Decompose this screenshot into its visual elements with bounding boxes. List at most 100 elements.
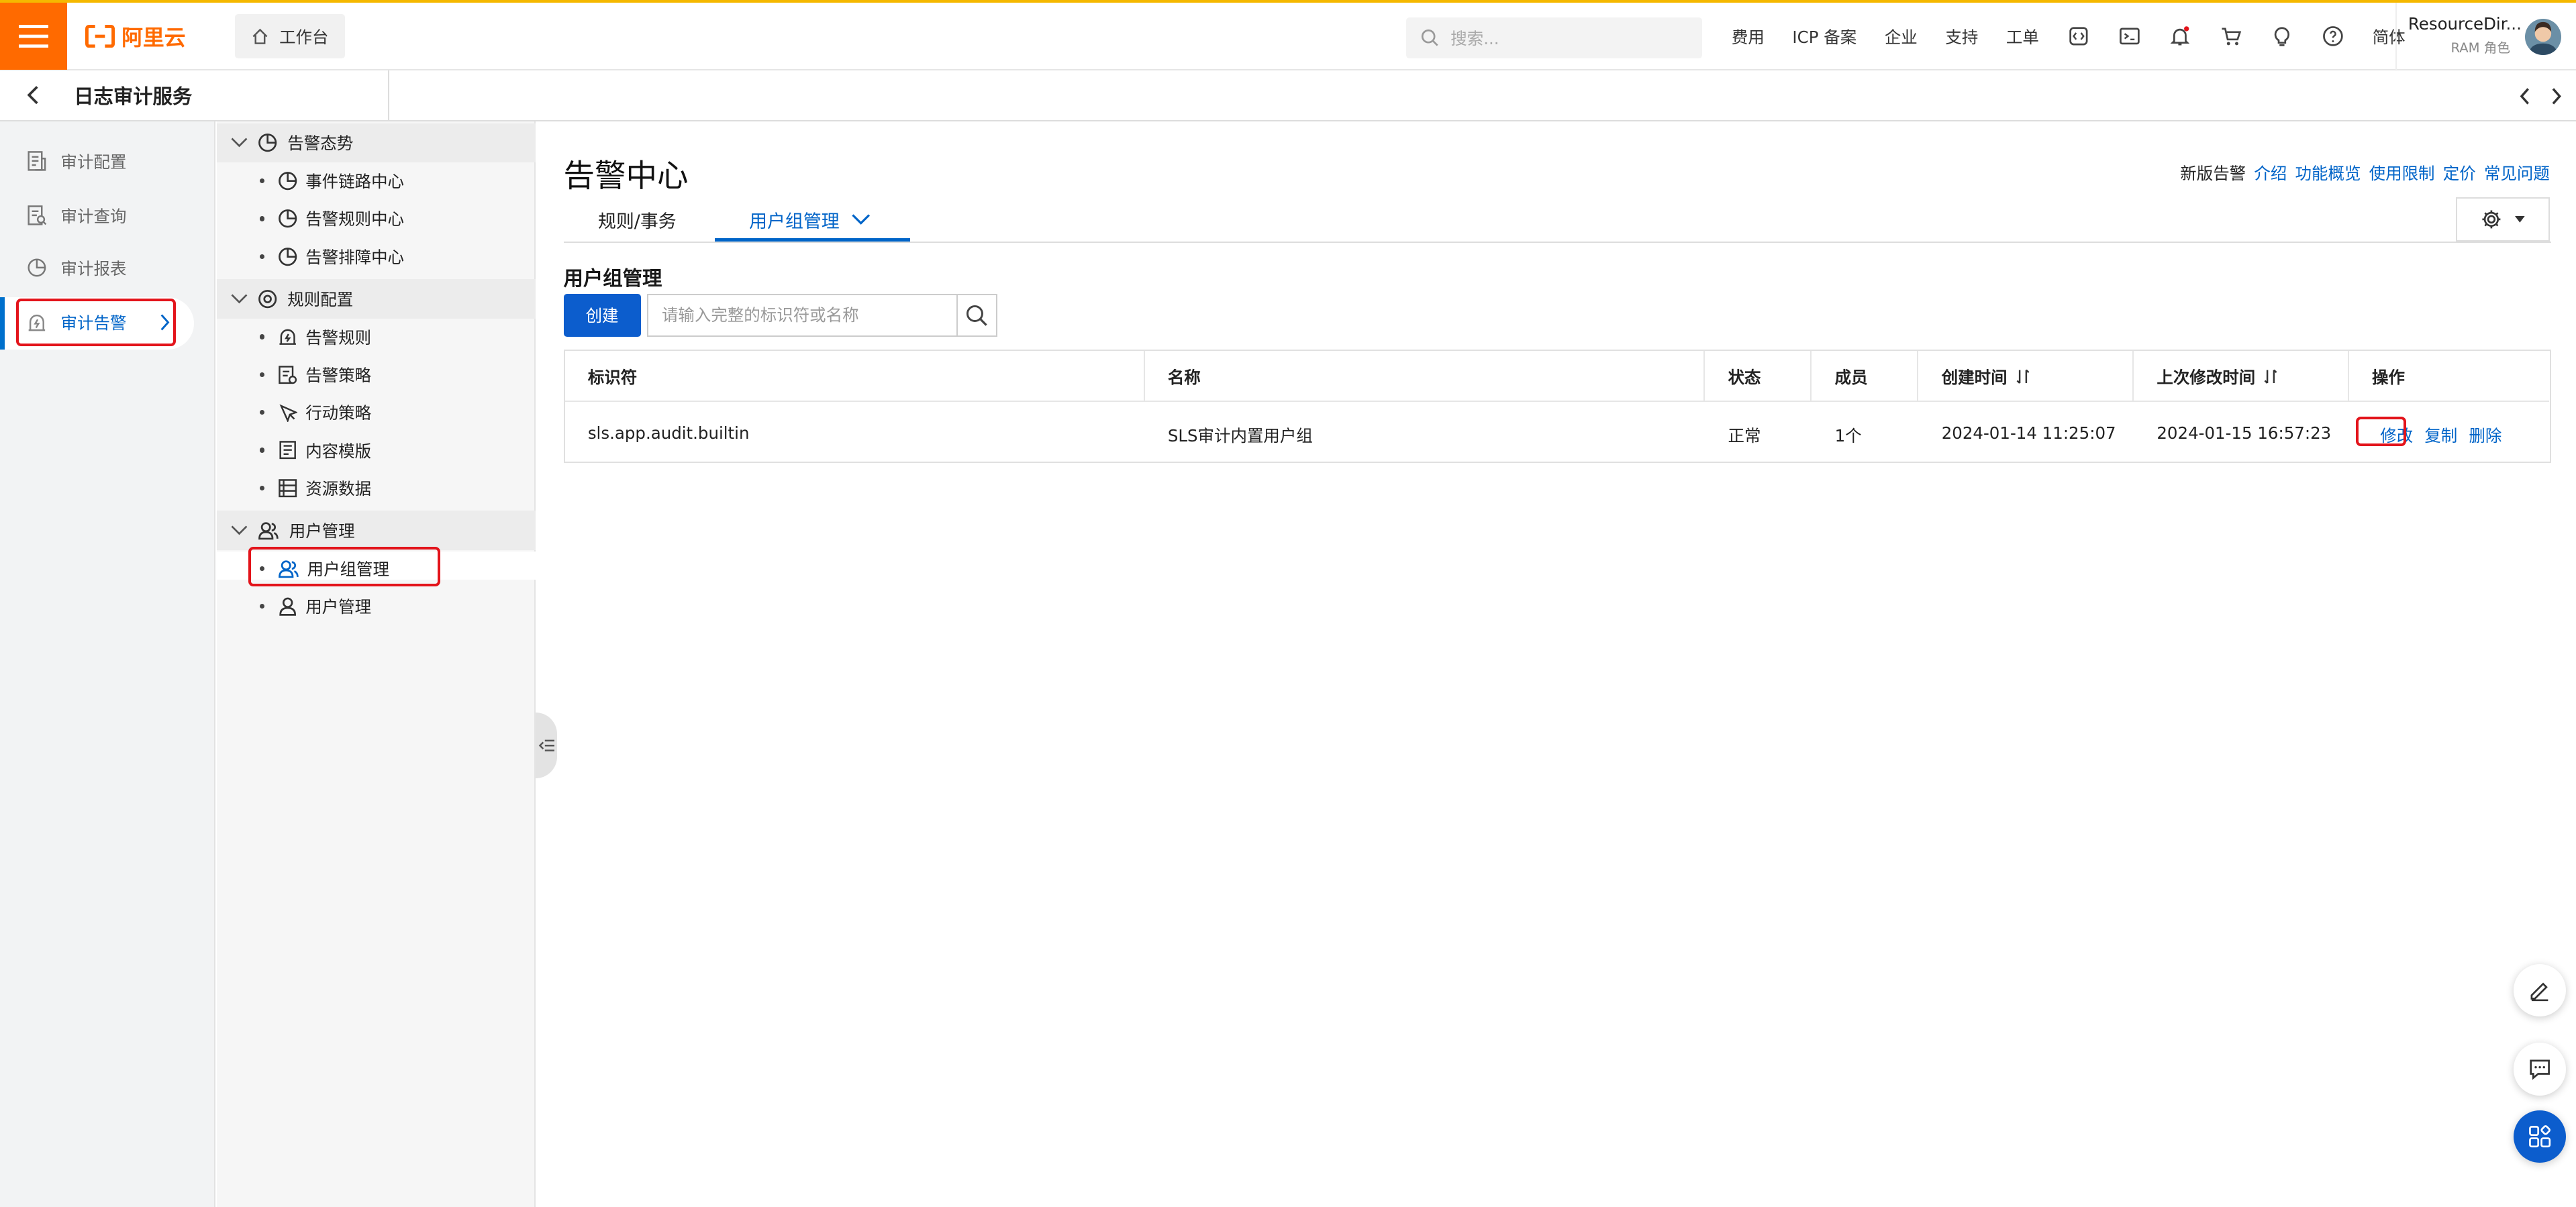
help-icon[interactable] — [2322, 25, 2344, 48]
pie-chart-icon — [278, 247, 297, 266]
link-intro[interactable]: 介绍 — [2254, 161, 2287, 185]
sub-item-alarm-policy[interactable]: 告警策略 — [259, 363, 371, 386]
col-header-name: 名称 — [1145, 351, 1705, 403]
search-input[interactable] — [647, 294, 956, 337]
alarm-rule-icon — [279, 329, 296, 346]
chevron-down-icon — [231, 138, 248, 148]
copy-link[interactable]: 复制 — [2424, 423, 2457, 447]
aliyun-logo-icon — [85, 24, 115, 48]
caret-down-icon — [2515, 215, 2526, 223]
nav-ticket[interactable]: 工单 — [2006, 25, 2039, 48]
create-button[interactable]: 创建 — [563, 294, 641, 337]
sub-item-content-template[interactable]: 内容模版 — [259, 439, 372, 462]
workbench-button[interactable]: 工作台 — [235, 14, 345, 59]
top-nav: 费用 ICP 备案 企业 支持 工单 简体 — [1732, 3, 2406, 70]
highlight-box-left-nav — [16, 299, 176, 347]
highlight-box-sub-nav — [248, 547, 440, 586]
logo-text: 阿里云 — [121, 24, 186, 50]
pie-report-icon — [28, 258, 46, 277]
group-user-management[interactable]: 用户管理 — [217, 511, 536, 550]
cell-created: 2024-01-14 11:25:07 — [1941, 423, 2116, 443]
search-icon — [967, 305, 987, 326]
new-alarm-label: 新版告警 — [2180, 163, 2246, 183]
sort-icon — [2016, 369, 2030, 384]
link-limits[interactable]: 使用限制 — [2369, 161, 2435, 185]
left-nav-item-audit-query[interactable]: 审计查询 — [26, 204, 126, 227]
left-nav-label: 审计查询 — [60, 206, 127, 226]
left-nav-label: 审计报表 — [60, 258, 127, 278]
highlight-box-edit — [2355, 417, 2407, 447]
settings-ring-icon — [258, 289, 277, 309]
tab-active-indicator — [714, 238, 910, 242]
left-nav-item-audit-config[interactable]: 审计配置 — [26, 150, 126, 173]
gear-icon — [2482, 210, 2501, 229]
sub-item-alarm-troubleshoot[interactable]: 告警排障中心 — [259, 245, 404, 268]
search-button[interactable] — [956, 294, 997, 337]
service-title: 日志审计服务 — [74, 85, 193, 108]
sub-item-event-chain[interactable]: 事件链路中心 — [259, 169, 404, 193]
nav-enterprise[interactable]: 企业 — [1885, 25, 1918, 48]
aliyun-logo[interactable]: 阿里云 — [85, 21, 186, 52]
col-label: 上次修改时间 — [2157, 367, 2256, 387]
chevron-down-icon — [852, 214, 870, 225]
link-pricing[interactable]: 定价 — [2443, 161, 2476, 185]
home-icon — [252, 28, 268, 44]
lightbulb-icon[interactable] — [2271, 25, 2293, 48]
col-header-modified[interactable]: 上次修改时间 — [2134, 351, 2349, 403]
group-label: 用户管理 — [289, 521, 355, 541]
back-arrow-icon[interactable] — [25, 85, 41, 105]
hamburger-menu-icon[interactable] — [0, 3, 68, 70]
left-nav: 审计配置 审计查询 审计报表 审计告警 — [0, 121, 215, 1207]
tab-label: 用户组管理 — [749, 211, 840, 233]
code-box-icon[interactable] — [2067, 25, 2089, 48]
delete-link[interactable]: 删除 — [2469, 423, 2501, 447]
group-alarm-status[interactable]: 告警态势 — [217, 123, 536, 163]
users-icon — [258, 522, 279, 540]
sub-item-label: 内容模版 — [305, 441, 372, 461]
page-title: 告警中心 — [563, 158, 689, 195]
cart-icon[interactable] — [2220, 25, 2242, 48]
link-faq[interactable]: 常见问题 — [2484, 161, 2550, 185]
nav-support[interactable]: 支持 — [1945, 25, 1978, 48]
sub-item-resource-data[interactable]: 资源数据 — [259, 476, 372, 500]
tab-user-group[interactable]: 用户组管理 — [749, 207, 871, 233]
sub-item-label: 行动策略 — [305, 403, 372, 423]
chat-button[interactable] — [2513, 1043, 2567, 1096]
sub-item-label: 告警规则 — [305, 327, 372, 348]
template-doc-icon — [279, 441, 296, 460]
terminal-icon[interactable] — [2118, 25, 2140, 48]
left-nav-item-audit-report[interactable]: 审计报表 — [26, 256, 126, 280]
group-rule-config[interactable]: 规则配置 — [217, 279, 536, 319]
collapse-sidebar-toggle[interactable] — [535, 713, 557, 779]
nav-billing[interactable]: 费用 — [1732, 25, 1765, 48]
nav-icp[interactable]: ICP 备案 — [1792, 25, 1856, 48]
scroll-right-icon[interactable] — [2550, 87, 2563, 105]
database-list-icon — [278, 478, 297, 497]
sort-icon — [2264, 369, 2277, 384]
bell-icon[interactable] — [2169, 25, 2191, 48]
col-header-created[interactable]: 创建时间 — [1918, 351, 2134, 403]
group-label: 告警态势 — [287, 134, 354, 154]
tab-rules[interactable]: 规则/事务 — [598, 207, 677, 233]
sub-item-action-policy[interactable]: 行动策略 — [259, 401, 372, 424]
sub-item-alarm-rule-center[interactable]: 告警规则中心 — [259, 207, 404, 230]
service-header: 日志审计服务 — [0, 70, 2576, 122]
sub-item-user-management[interactable]: 用户管理 — [259, 594, 371, 618]
chevron-down-icon — [231, 294, 248, 304]
account-menu[interactable]: ResourceDir... RAM 角色 — [2395, 3, 2576, 70]
config-doc-icon — [28, 151, 46, 171]
feedback-edit-button[interactable] — [2513, 963, 2567, 1017]
col-header-id: 标识符 — [565, 351, 1145, 403]
avatar[interactable] — [2525, 19, 2561, 56]
group-label: 规则配置 — [287, 289, 354, 309]
scroll-left-icon[interactable] — [2518, 87, 2532, 105]
global-search-input[interactable]: 搜索... — [1406, 17, 1702, 59]
left-nav-label: 审计配置 — [60, 152, 127, 172]
pie-chart-icon — [258, 134, 277, 152]
apps-button[interactable] — [2513, 1110, 2567, 1163]
settings-dropdown[interactable] — [2456, 197, 2550, 242]
apps-grid-icon — [2529, 1124, 2551, 1147]
sub-item-label: 资源数据 — [305, 478, 372, 498]
sub-item-alarm-rule[interactable]: 告警规则 — [259, 325, 372, 349]
link-overview[interactable]: 功能概览 — [2295, 161, 2361, 185]
